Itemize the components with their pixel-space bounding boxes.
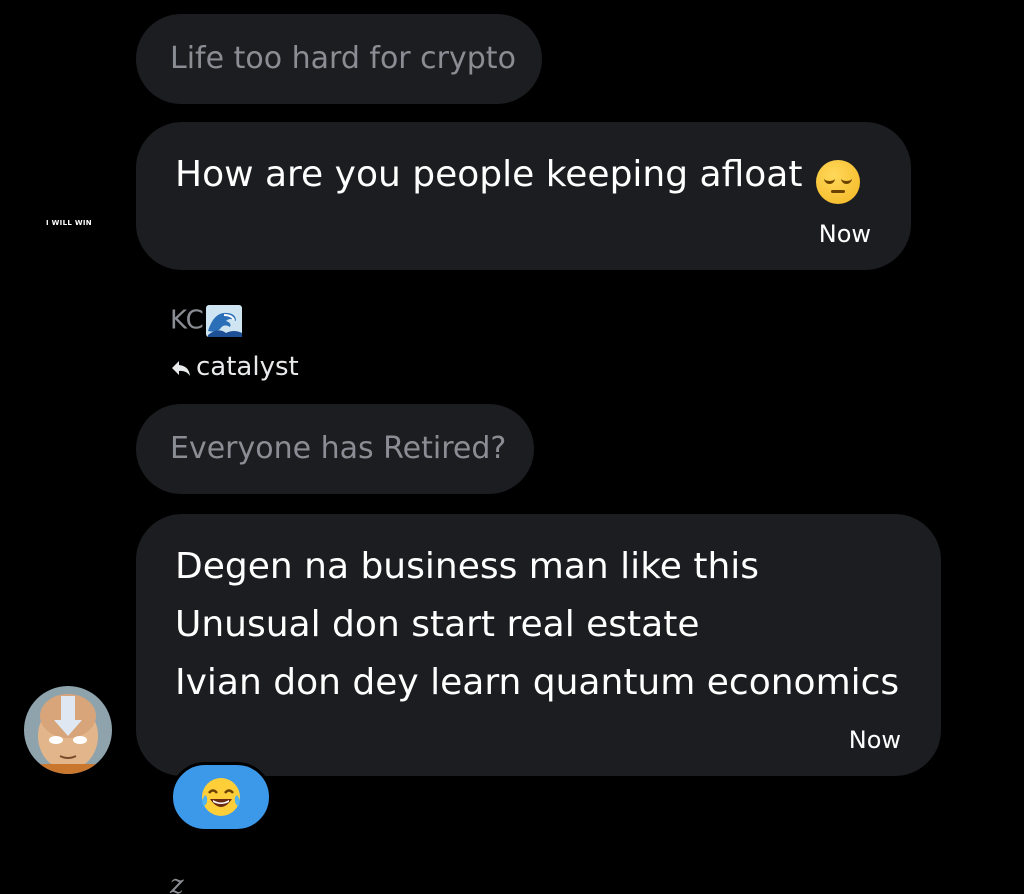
reply-target: catalyst — [196, 352, 299, 382]
quoted-message[interactable]: Everyone has Retired? — [136, 404, 534, 494]
next-sender-name: z — [170, 870, 184, 894]
message-bubble[interactable]: Degen na business man like this Unusual … — [136, 514, 941, 776]
dm-conversation: I WILL WIN Life too hard for crypto How … — [0, 0, 1024, 894]
quoted-text: Life too hard for crypto — [170, 41, 516, 76]
avatar-image — [24, 686, 112, 774]
message-text: How are you people keeping afloat — [175, 154, 803, 195]
message-bubble[interactable]: How are you people keeping afloat Now — [136, 122, 911, 270]
message-text: Degen na business man like this Unusual … — [175, 546, 900, 703]
sidebar-tag: I WILL WIN — [46, 219, 92, 227]
face-with-tears-of-joy-icon — [202, 778, 240, 816]
reply-arrow-icon — [172, 360, 190, 376]
reply-indicator[interactable]: catalyst — [170, 352, 299, 382]
water-wave-icon — [205, 305, 242, 337]
pensive-face-icon — [815, 159, 860, 204]
quoted-message[interactable]: Life too hard for crypto — [136, 14, 542, 104]
avatar[interactable] — [24, 686, 112, 774]
quoted-text: Everyone has Retired? — [170, 431, 507, 466]
message-time: Now — [848, 726, 901, 754]
sender-label: KC — [170, 305, 204, 336]
message-time: Now — [818, 220, 871, 248]
reaction-badge[interactable] — [170, 762, 272, 832]
sender-name: KC — [170, 305, 242, 337]
